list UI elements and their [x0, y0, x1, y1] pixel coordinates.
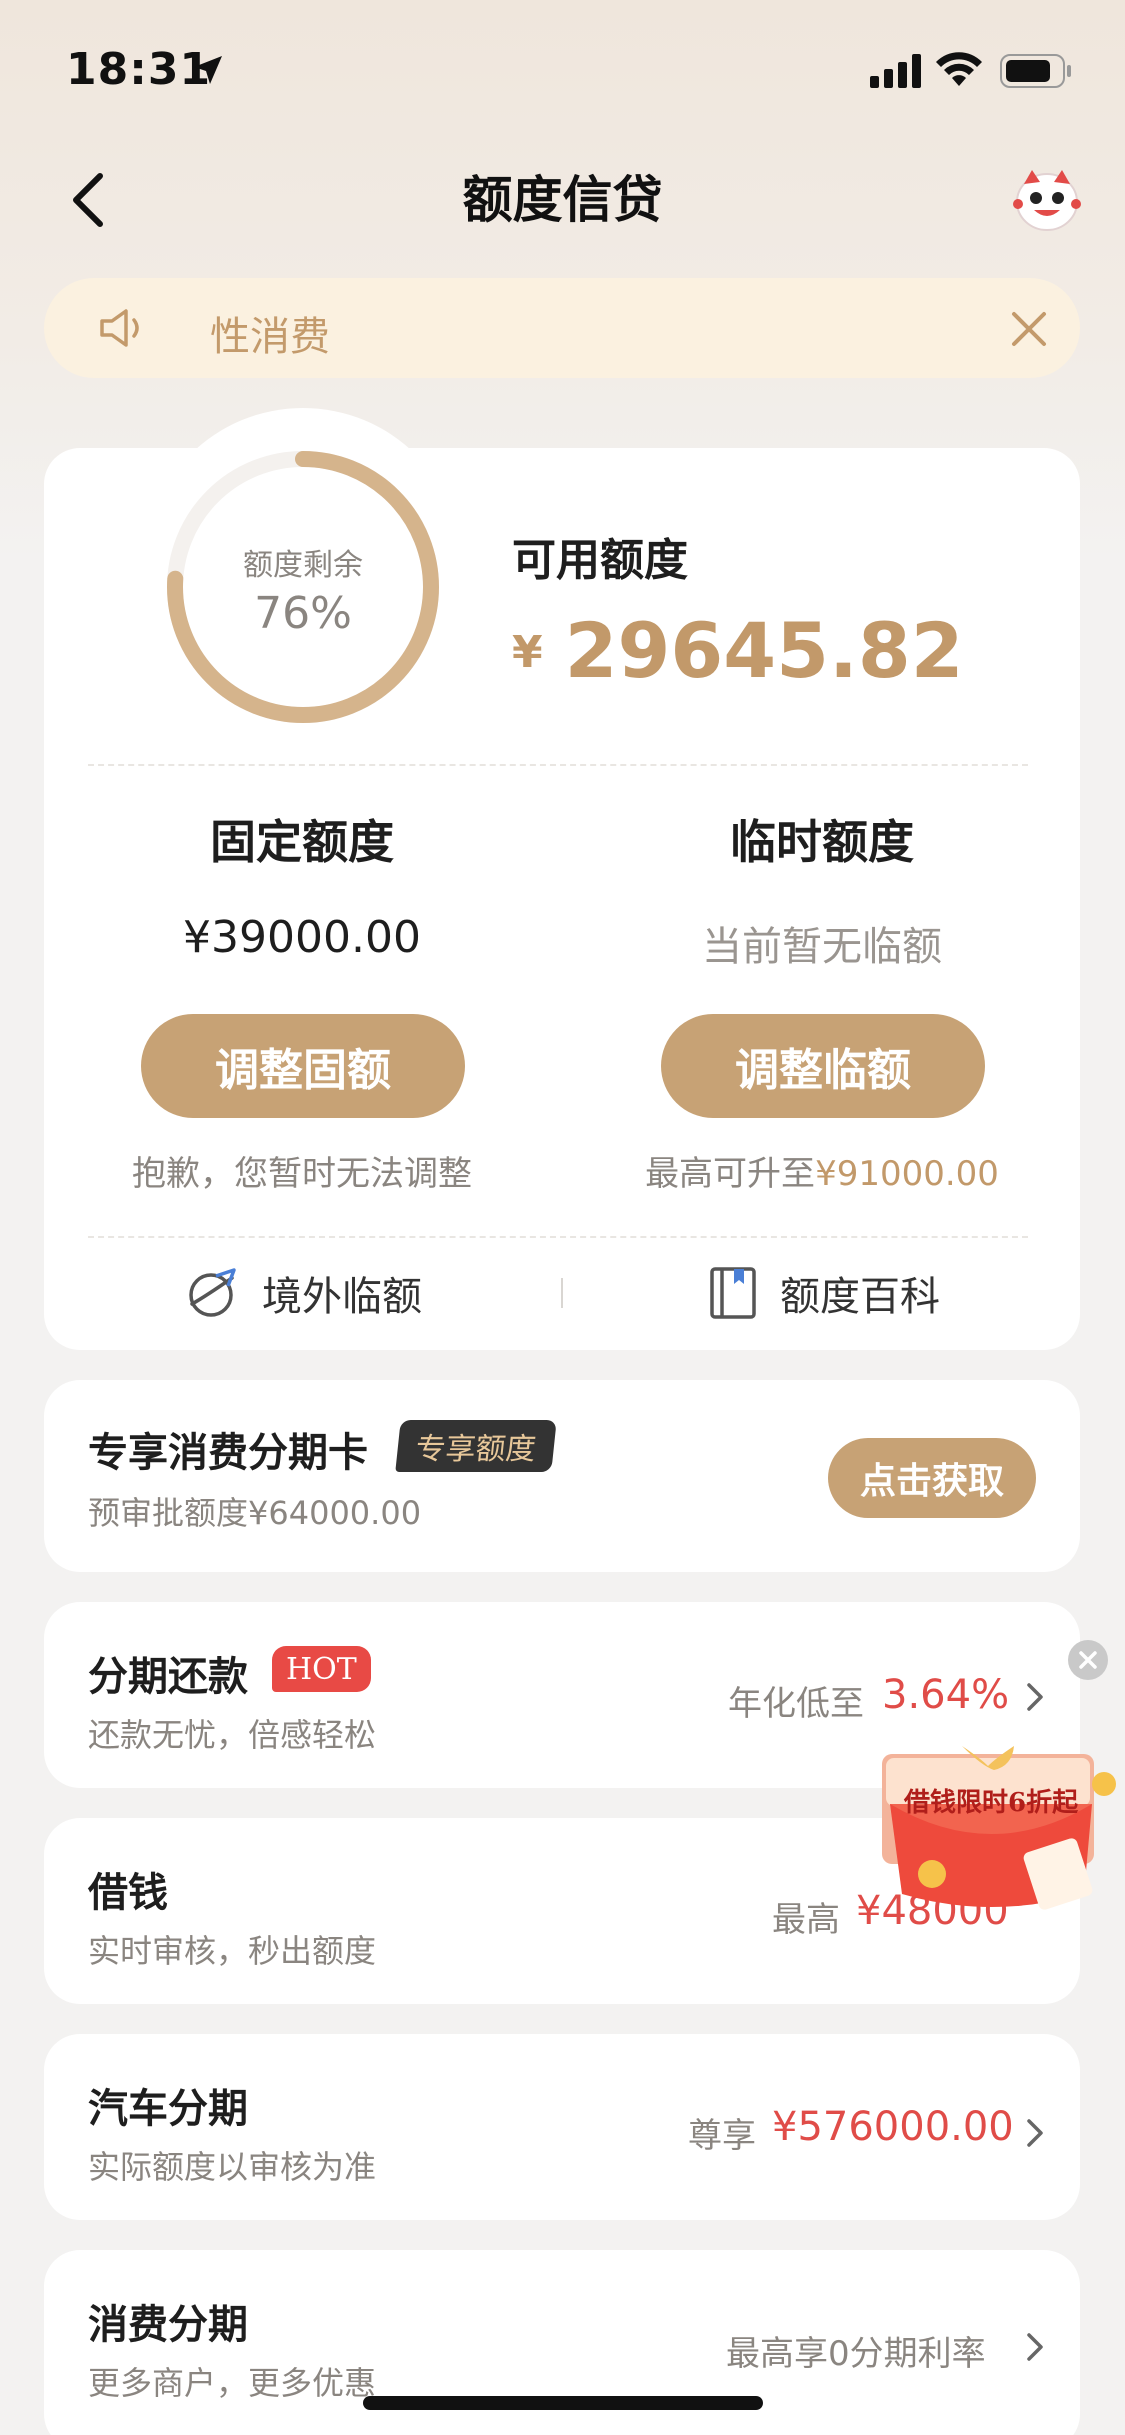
close-promo-icon[interactable]	[1068, 1640, 1108, 1680]
status-bar: 18:31	[0, 0, 1125, 140]
speaker-icon	[100, 309, 139, 347]
close-icon[interactable]	[1006, 306, 1052, 352]
divider	[88, 1236, 1028, 1238]
available-credit-label: 可用额度	[512, 535, 688, 586]
chevron-right-icon	[1027, 2119, 1043, 2147]
get-exclusive-card-button[interactable]: 点击获取	[828, 1438, 1036, 1518]
chevron-right-icon	[1027, 1683, 1043, 1711]
wifi-icon	[936, 52, 982, 86]
currency-symbol: ¥	[512, 627, 543, 678]
exclusive-tag: 专享额度	[395, 1420, 557, 1472]
notice-bar[interactable]: 性消费	[44, 278, 1080, 378]
product-subtitle: 还款无忧，倍感轻松	[88, 1716, 377, 1754]
globe-plane-icon	[189, 1268, 236, 1317]
notice-text: 性消费	[210, 314, 330, 360]
product-subtitle: 更多商户，更多优惠	[88, 2364, 377, 2402]
page-title: 额度信贷	[462, 171, 663, 229]
product-right-label: 年化低至	[728, 1684, 864, 1724]
promo-text: 借钱限时6折起	[904, 1788, 1079, 1818]
product-right-label: 最高	[772, 1900, 840, 1940]
location-arrow-icon	[194, 56, 222, 84]
ring-label: 额度剩余	[243, 548, 363, 583]
wiki-link-label: 额度百科	[780, 1274, 940, 1320]
temp-credit-title: 临时额度	[730, 815, 914, 869]
divider	[88, 764, 1028, 766]
available-credit-value: ¥29645.82	[512, 606, 964, 695]
exclusive-card-title: 专享消费分期卡	[88, 1430, 368, 1476]
hot-badge: HOT	[272, 1646, 371, 1692]
link-separator	[561, 1278, 563, 1308]
temp-note-prefix: 最高可升至	[645, 1154, 816, 1194]
product-title: 消费分期	[88, 2302, 248, 2348]
exclusive-card-subtitle: 预审批额度¥64000.00	[88, 1494, 422, 1532]
fixed-credit-value: ¥39000.00	[183, 912, 421, 963]
remaining-credit-ring	[167, 451, 439, 723]
ring-percent: 76%	[254, 588, 352, 639]
product-right-label: 尊享	[688, 2116, 756, 2156]
borrow-discount-red-envelope-icon[interactable]	[862, 1744, 1122, 1920]
overseas-link-label: 境外临额	[262, 1274, 422, 1320]
product-right-value: 3.64%	[882, 1672, 1010, 1718]
book-icon	[710, 1267, 756, 1319]
product-subtitle: 实际额度以审核为准	[88, 2148, 377, 2186]
credit-wiki-link[interactable]: 额度百科	[708, 1264, 940, 1322]
assistant-mascot-icon[interactable]	[1012, 164, 1082, 234]
temp-credit-value: 当前暂无临额	[702, 924, 942, 970]
temp-credit-note: 最高可升至¥91000.00	[612, 1146, 1032, 1195]
adjust-temp-credit-button[interactable]: 调整临额	[661, 1014, 985, 1118]
adjust-fixed-credit-button[interactable]: 调整固额	[141, 1014, 465, 1118]
home-indicator	[363, 2396, 763, 2410]
fixed-credit-title: 固定额度	[210, 815, 394, 869]
fixed-credit-note: 抱歉，您暂时无法调整	[132, 1154, 472, 1194]
product-right-value: ¥576000.00	[772, 2104, 1014, 2150]
overseas-temp-credit-link[interactable]: 境外临额	[186, 1264, 422, 1322]
product-subtitle: 实时审核，秒出额度	[88, 1932, 377, 1970]
available-amount: 29645.82	[564, 606, 964, 695]
product-right-label: 最高享0分期利率	[726, 2334, 986, 2374]
product-title: 分期还款	[88, 1654, 248, 1700]
battery-icon	[1000, 54, 1071, 88]
product-title: 汽车分期	[88, 2086, 248, 2132]
cellular-signal-icon	[870, 54, 921, 88]
product-title: 借钱	[88, 1870, 168, 1916]
temp-note-value: ¥91000.00	[815, 1154, 999, 1194]
chevron-right-icon	[1027, 2333, 1043, 2361]
